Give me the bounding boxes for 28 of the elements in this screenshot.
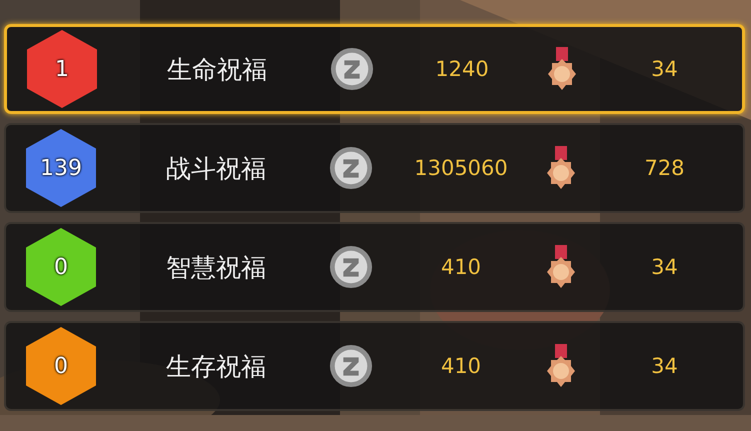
coin-icon xyxy=(329,245,373,289)
value-text: 1240 xyxy=(434,57,490,81)
blessing-name: 生命祝福 xyxy=(166,54,268,86)
coin-icon xyxy=(329,146,373,190)
blessing-name: 生存祝福 xyxy=(165,350,267,382)
coin-icon xyxy=(330,47,374,91)
blessing-name: 智慧祝福 xyxy=(165,252,267,284)
rank-badge: 139 xyxy=(26,129,96,207)
rank-badge: 0 xyxy=(26,327,96,405)
row-card[interactable]: 1 生命祝福 1240 34 xyxy=(4,24,745,114)
coin-icon xyxy=(329,344,373,388)
row-card[interactable]: 0 智慧祝福 410 34 xyxy=(4,222,745,312)
medal-icon xyxy=(546,344,576,388)
rank-badge: 0 xyxy=(26,228,96,306)
row-card[interactable]: 0 生存祝福 410 34 xyxy=(4,321,745,411)
rank-badge: 1 xyxy=(27,30,97,108)
count-text: 34 xyxy=(650,354,679,378)
count-text: 728 xyxy=(643,156,686,180)
value-text: 410 xyxy=(440,354,482,378)
count-text: 34 xyxy=(650,255,679,279)
count-text: 34 xyxy=(650,57,679,81)
medal-icon xyxy=(547,47,577,91)
value-text: 1305060 xyxy=(413,156,509,180)
value-text: 410 xyxy=(440,255,482,279)
blessing-name: 战斗祝福 xyxy=(165,152,267,184)
medal-icon xyxy=(546,146,576,190)
medal-icon xyxy=(546,245,576,289)
row-card[interactable]: 139 战斗祝福 1305060 728 xyxy=(4,123,745,213)
